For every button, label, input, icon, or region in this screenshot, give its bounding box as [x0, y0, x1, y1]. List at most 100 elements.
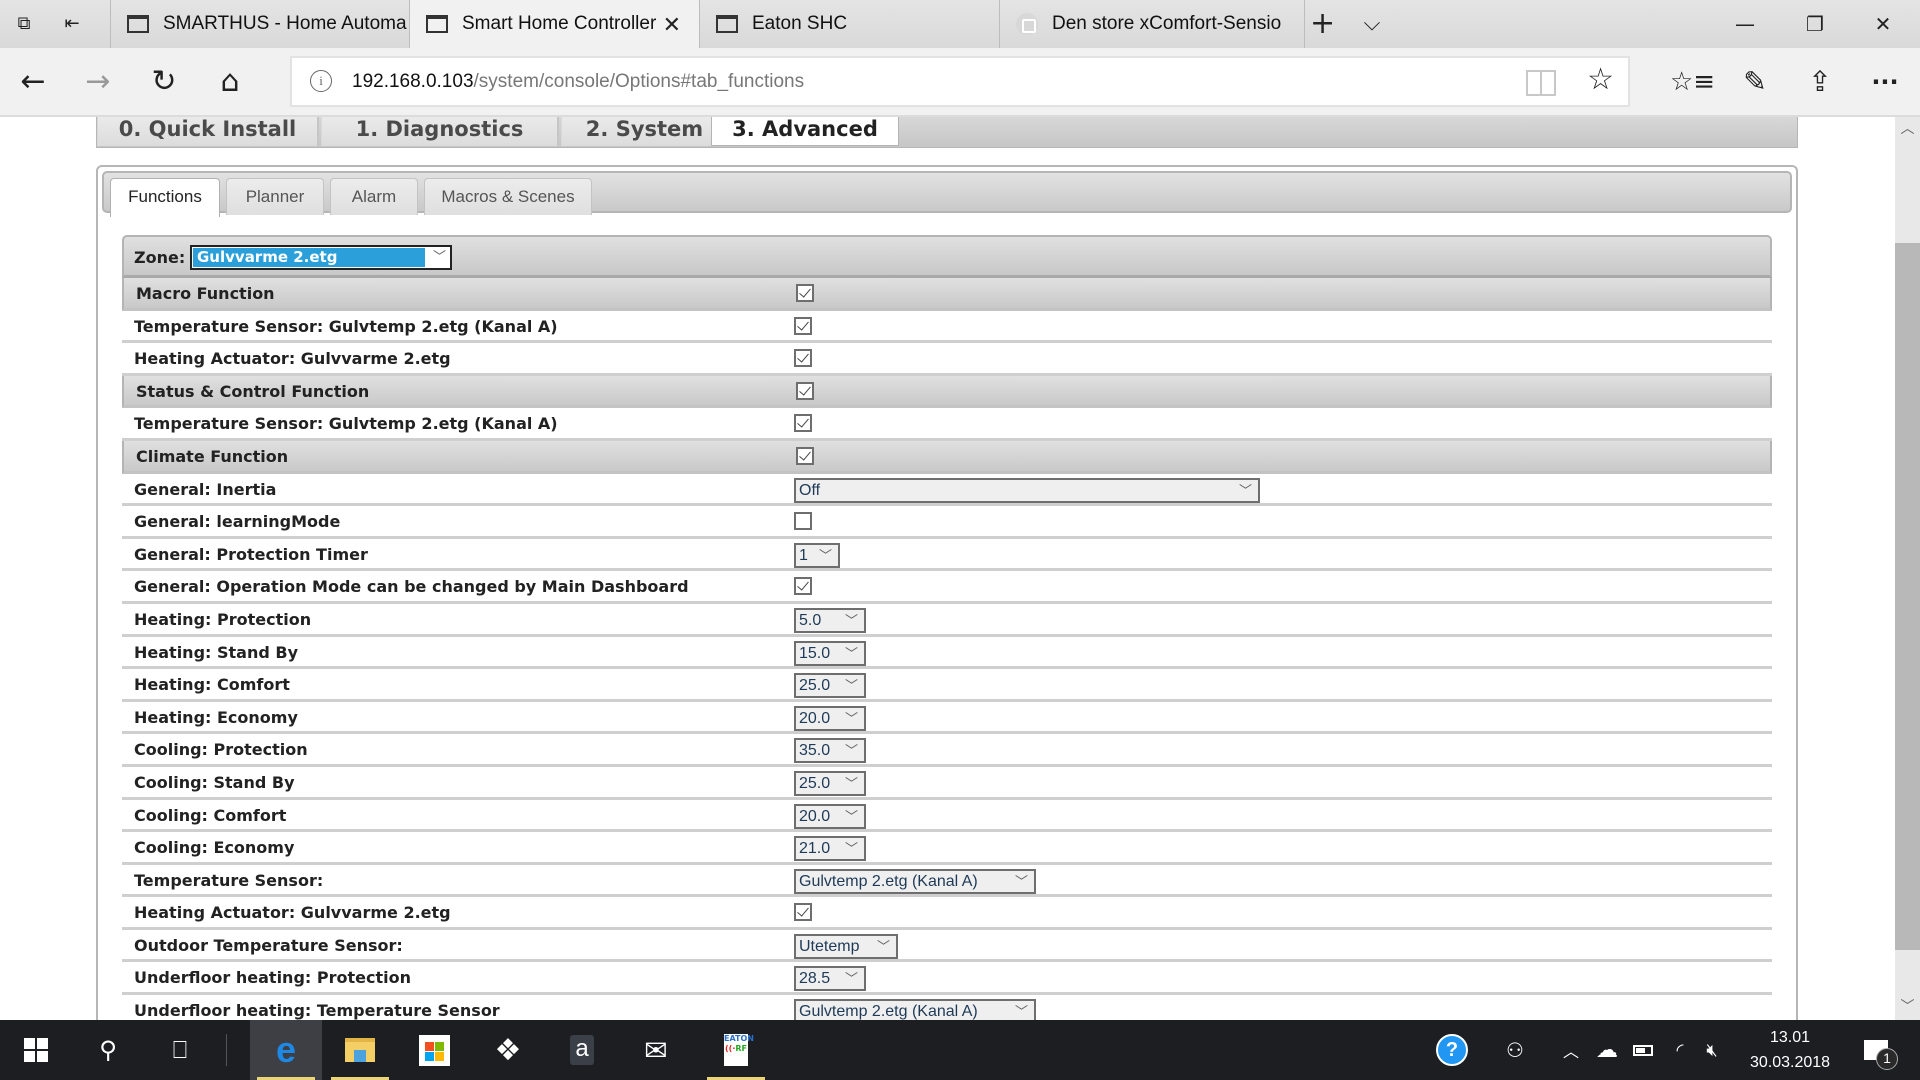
checkbox[interactable] [796, 446, 814, 465]
battery-shape [1633, 1044, 1653, 1056]
dropdown-select[interactable]: 35.0 ﹀ [794, 738, 866, 764]
dropdown-select[interactable]: 28.5 ﹀ [794, 966, 866, 992]
dropdown-select[interactable]: 1 ﹀ [794, 542, 840, 568]
scroll-down-icon[interactable]: ﹀ [1895, 998, 1920, 1020]
notification-glyph: 1 [1864, 1040, 1898, 1070]
favorite-star-icon[interactable]: ☆ [1587, 62, 1614, 97]
home-button[interactable]: ⌂ [210, 64, 250, 100]
dropdown-select[interactable]: Gulvtemp 2.etg (Kanal A) ﹀ [794, 868, 1036, 894]
dropbox-icon[interactable]: ❖ [472, 1020, 544, 1080]
tab-alarm[interactable]: Alarm [330, 178, 418, 215]
row-label: Macro Function [136, 284, 275, 303]
row-control: 25.0 ﹀ [794, 770, 866, 796]
people-icon[interactable]: ⚇ [1497, 1020, 1533, 1080]
dropdown-select[interactable]: Off ﹀ [794, 477, 1260, 503]
zone-select[interactable]: Gulvvarme 2.etg ﹀ [190, 245, 452, 270]
help-icon[interactable]: ? [1430, 1020, 1474, 1080]
refresh-button[interactable]: ↻ [144, 64, 184, 100]
edge-icon[interactable]: e [250, 1020, 322, 1080]
clock-date: 30.03.2018 [1749, 1054, 1831, 1071]
select-value: 20.0 [799, 709, 831, 727]
share-icon[interactable]: ⇪ [1800, 64, 1840, 100]
search-icon[interactable]: ⚲ [72, 1020, 144, 1080]
tab-advanced[interactable]: 3. Advanced [711, 117, 899, 146]
table-row: General: Protection Timer 1 ﹀ [122, 539, 1772, 572]
volume-muted-icon[interactable]: 🔇︎ [1697, 1020, 1727, 1080]
taskbar-divider [226, 1034, 227, 1066]
browser-tab[interactable]: Eaton SHC [700, 0, 1000, 48]
scroll-up-icon[interactable]: ︿ [1895, 117, 1920, 139]
favorites-hub-icon[interactable]: ☆≡ [1670, 64, 1715, 100]
dropdown-select[interactable]: 25.0 ﹀ [794, 673, 866, 699]
tab-planner[interactable]: Planner [226, 178, 324, 215]
windows-logo-icon [24, 1038, 48, 1062]
dropdown-select[interactable]: 20.0 ﹀ [794, 705, 866, 731]
tab-quick-install[interactable]: 0. Quick Install [97, 117, 319, 146]
checkbox[interactable] [796, 284, 814, 302]
forward-button[interactable]: → [78, 64, 118, 100]
onedrive-cloud-icon[interactable]: ☁ [1590, 1020, 1624, 1080]
functions-table: Zone: Gulvvarme 2.etg ﹀ Macro Function Te… [122, 235, 1772, 1020]
dropdown-select[interactable]: 25.0 ﹀ [794, 770, 866, 796]
checkbox[interactable] [794, 577, 812, 596]
function-rows: Macro Function Temperature Sensor: Gulvte… [122, 278, 1772, 1020]
row-label: Climate Function [136, 446, 289, 466]
reading-view-icon[interactable] [1526, 70, 1556, 96]
dropdown-select[interactable]: 15.0 ﹀ [794, 640, 866, 666]
page-scrollbar[interactable]: ︿ ﹀ [1895, 117, 1920, 1020]
row-control [794, 412, 812, 433]
checkbox[interactable] [794, 512, 812, 531]
tab-macros-scenes[interactable]: Macros & Scenes [424, 178, 592, 215]
file-explorer-icon[interactable] [324, 1020, 396, 1080]
set-tabs-aside-icon[interactable]: ⇤ [60, 12, 84, 36]
dropdown-select[interactable]: 20.0 ﹀ [794, 803, 866, 829]
checkbox[interactable] [794, 414, 812, 433]
tab-preview-icon[interactable]: ⧉ [12, 12, 36, 36]
browser-tab[interactable]: Den store xComfort-Sensio [1000, 0, 1305, 48]
checkbox[interactable] [794, 903, 812, 922]
system-clock[interactable]: 13.01 30.03.2018 [1740, 1025, 1840, 1075]
checkbox[interactable] [794, 316, 812, 335]
table-row: Temperature Sensor: Gulvtemp 2.etg (Kanal… [122, 865, 1772, 898]
dropdown-select[interactable]: Gulvtemp 2.etg (Kanal A) ﹀ [794, 999, 1036, 1020]
row-control: 15.0 ﹀ [794, 640, 866, 666]
restore-button[interactable]: ❐ [1795, 8, 1835, 40]
store-icon[interactable] [398, 1020, 470, 1080]
amazon-icon[interactable]: a [546, 1020, 618, 1080]
checkbox[interactable] [796, 381, 814, 400]
url-text[interactable]: 192.168.0.103/system/console/Options#tab… [352, 71, 804, 93]
tab-list-chevron-icon[interactable]: ⌵ [1360, 12, 1384, 36]
browser-tab-active[interactable]: Smart Home Controller ✕ [410, 0, 700, 48]
wifi-icon[interactable]: ◜ [1665, 1020, 1695, 1080]
info-icon[interactable]: i [310, 70, 332, 92]
eaton-rf-icon[interactable]: EATON ((·RF [700, 1020, 772, 1080]
checkbox[interactable] [794, 349, 812, 368]
start-button[interactable] [0, 1020, 72, 1080]
tab-diagnostics[interactable]: 1. Diagnostics [321, 117, 559, 146]
table-row: Cooling: Comfort 20.0 ﹀ [122, 800, 1772, 833]
more-menu-icon[interactable]: ··· [1865, 64, 1905, 100]
action-center-icon[interactable]: 1 [1856, 1020, 1898, 1080]
minimize-button[interactable]: — [1725, 8, 1765, 40]
close-window-button[interactable]: ✕ [1863, 8, 1903, 40]
back-button[interactable]: ← [13, 64, 53, 100]
battery-icon[interactable] [1628, 1020, 1658, 1080]
tab-functions[interactable]: Functions [110, 178, 220, 217]
dropdown-select[interactable]: Utetemp ﹀ [794, 933, 898, 959]
browser-tab[interactable]: SMARTHUS - Home Automa [110, 0, 410, 48]
scroll-thumb[interactable] [1895, 243, 1920, 950]
page-icon [426, 15, 448, 33]
close-tab-icon[interactable]: ✕ [663, 12, 681, 38]
row-label: Outdoor Temperature Sensor: [134, 935, 403, 955]
address-bar[interactable]: i 192.168.0.103/system/console/Options#t… [290, 56, 1630, 107]
dropdown-select[interactable]: 5.0 ﹀ [794, 607, 866, 633]
task-view-icon[interactable]: ⎕ [144, 1020, 216, 1080]
tab-system[interactable]: 2. System [561, 117, 729, 146]
table-row: Heating: Economy 20.0 ﹀ [122, 702, 1772, 735]
dropdown-select[interactable]: 21.0 ﹀ [794, 836, 866, 862]
section-row: Climate Function [122, 440, 1772, 474]
mail-icon[interactable]: ✉ [620, 1020, 692, 1080]
new-tab-button[interactable]: + [1310, 9, 1335, 39]
show-hidden-icons-chevron[interactable]: ︿ [1556, 1020, 1586, 1080]
web-notes-icon[interactable]: ✎ [1735, 64, 1775, 100]
